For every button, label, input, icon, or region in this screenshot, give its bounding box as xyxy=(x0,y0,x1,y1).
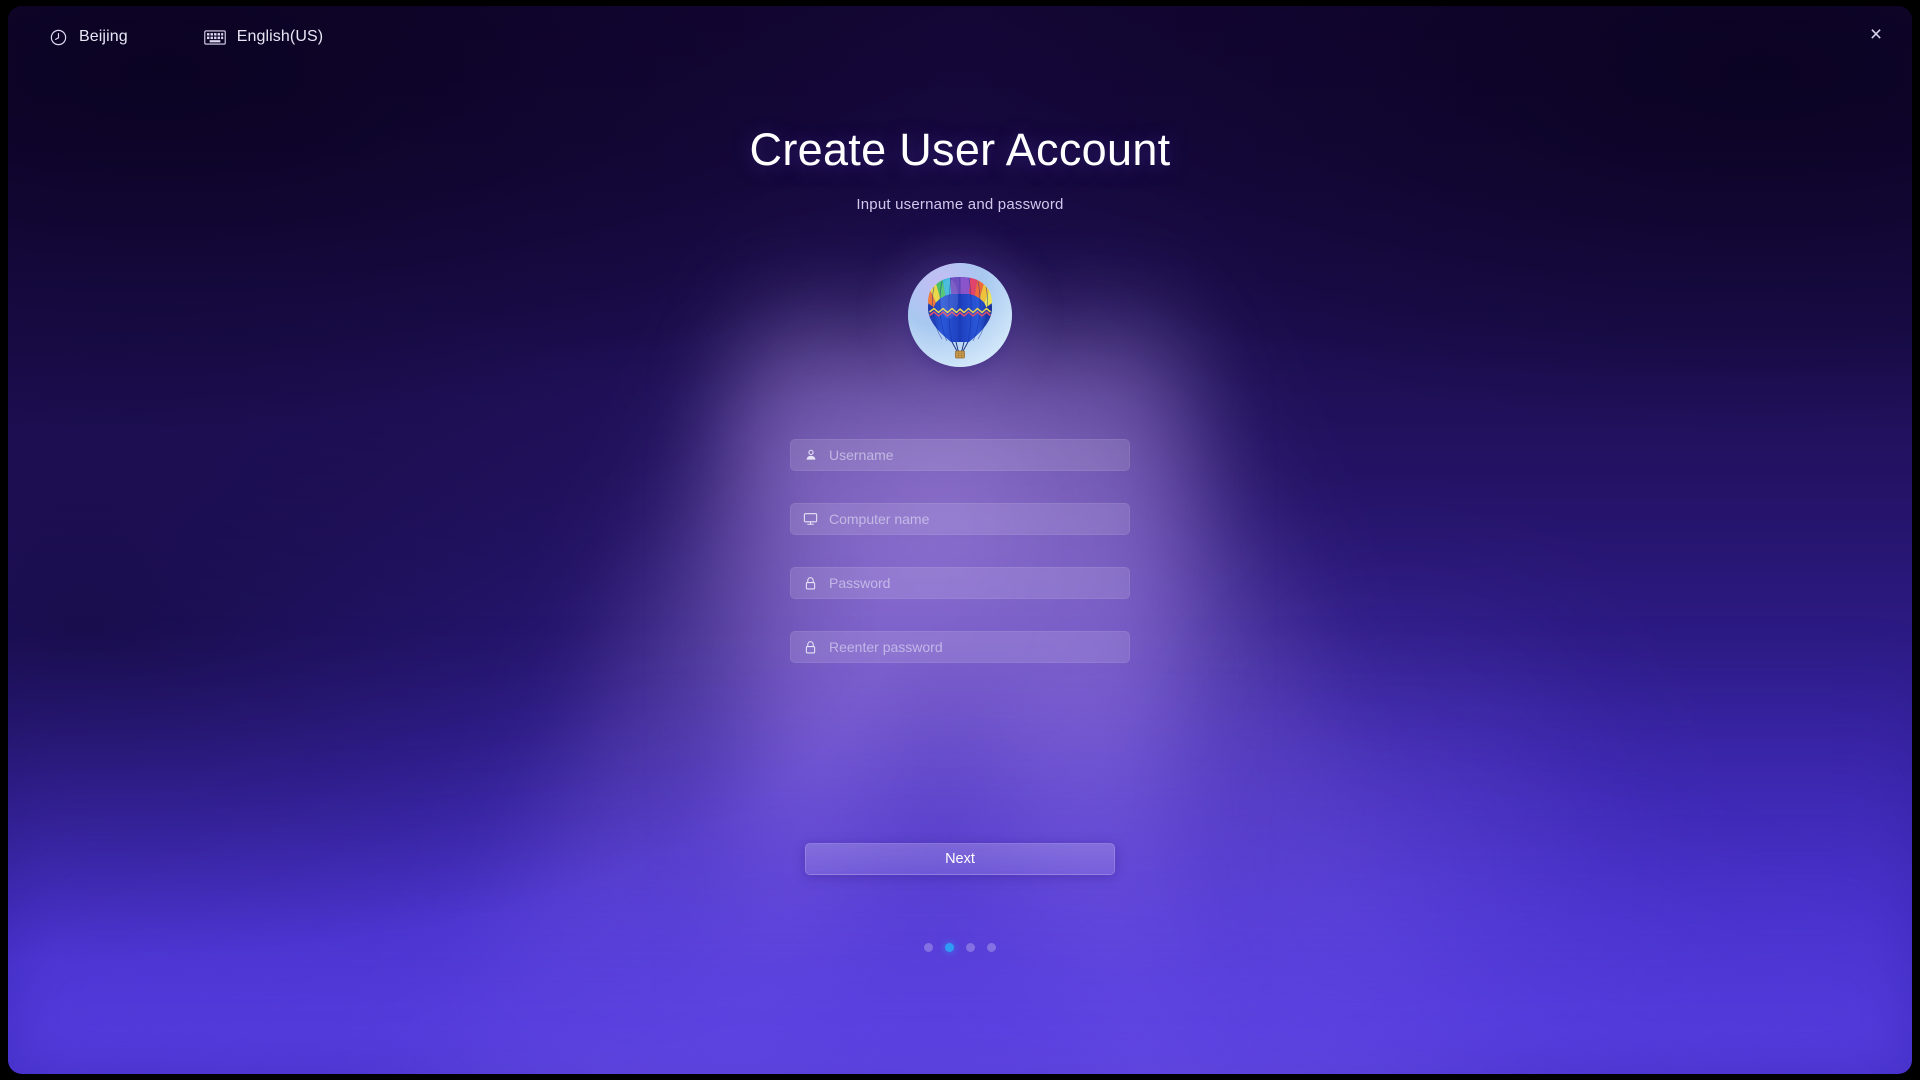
main-content: Create User Account Input username and p… xyxy=(8,6,1912,1074)
username-field[interactable] xyxy=(790,439,1130,471)
lock-icon xyxy=(803,640,818,655)
page-subtitle: Input username and password xyxy=(856,196,1064,213)
clock-icon xyxy=(49,28,68,47)
keyboard-icon xyxy=(203,29,226,46)
next-button[interactable]: Next xyxy=(805,843,1115,875)
pagination-dot-1[interactable] xyxy=(924,943,933,952)
timezone-label: Beijing xyxy=(79,28,128,45)
monitor-icon xyxy=(803,512,818,527)
hot-air-balloon-avatar xyxy=(908,263,1012,367)
timezone-selector[interactable]: Beijing xyxy=(41,17,136,57)
avatar xyxy=(870,225,1050,405)
reenter-password-field[interactable] xyxy=(790,631,1130,663)
page-title: Create User Account xyxy=(749,124,1171,175)
pagination-dot-3[interactable] xyxy=(966,943,975,952)
keyboard-layout-selector[interactable]: English(US) xyxy=(196,17,331,57)
computer-name-field[interactable] xyxy=(790,503,1130,535)
user-icon xyxy=(803,448,818,463)
password-input[interactable] xyxy=(829,568,1129,598)
pagination-dot-2[interactable] xyxy=(945,943,954,952)
user-account-form xyxy=(790,439,1130,663)
pagination-dots xyxy=(924,943,996,952)
close-icon: × xyxy=(1869,22,1883,46)
close-button[interactable]: × xyxy=(1856,14,1896,54)
reenter-password-input[interactable] xyxy=(829,632,1129,662)
username-input[interactable] xyxy=(829,440,1129,470)
setup-wizard-window: Beijing English(US) × Create User Accoun… xyxy=(8,6,1912,1074)
top-bar: Beijing English(US) × xyxy=(8,6,1912,68)
pagination-dot-4[interactable] xyxy=(987,943,996,952)
lock-icon xyxy=(803,576,818,591)
computer-name-input[interactable] xyxy=(829,504,1129,534)
keyboard-layout-label: English(US) xyxy=(236,28,324,45)
password-field[interactable] xyxy=(790,567,1130,599)
